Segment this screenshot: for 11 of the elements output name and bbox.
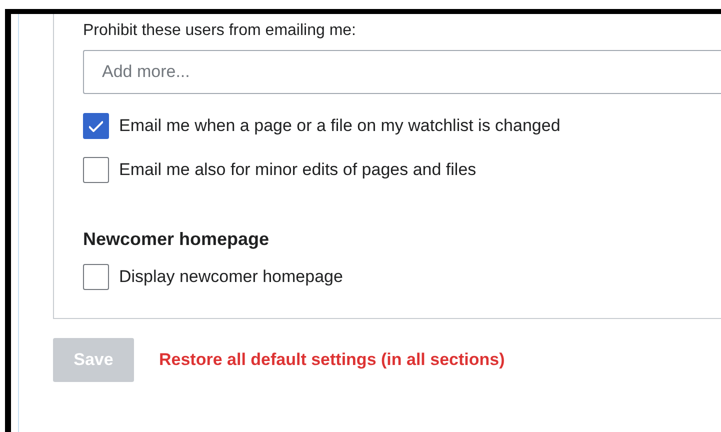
check-icon	[89, 120, 103, 132]
checkbox[interactable]	[83, 157, 109, 183]
checkbox-label: Email me also for minor edits of pages and files	[119, 160, 476, 180]
checkbox-label: Display newcomer homepage	[119, 267, 343, 287]
checkbox[interactable]	[83, 113, 109, 139]
section-heading: Newcomer homepage	[83, 229, 270, 250]
users-input-field[interactable]: Add more...	[83, 50, 721, 94]
checkbox-label: Email me when a page or a file on my watchlist is changed	[119, 116, 560, 136]
checkbox[interactable]	[83, 264, 109, 290]
field-label: Prohibit these users from emailing me:	[83, 22, 357, 40]
restore-defaults-link[interactable]: Restore all default settings (in all sections)	[159, 350, 505, 370]
